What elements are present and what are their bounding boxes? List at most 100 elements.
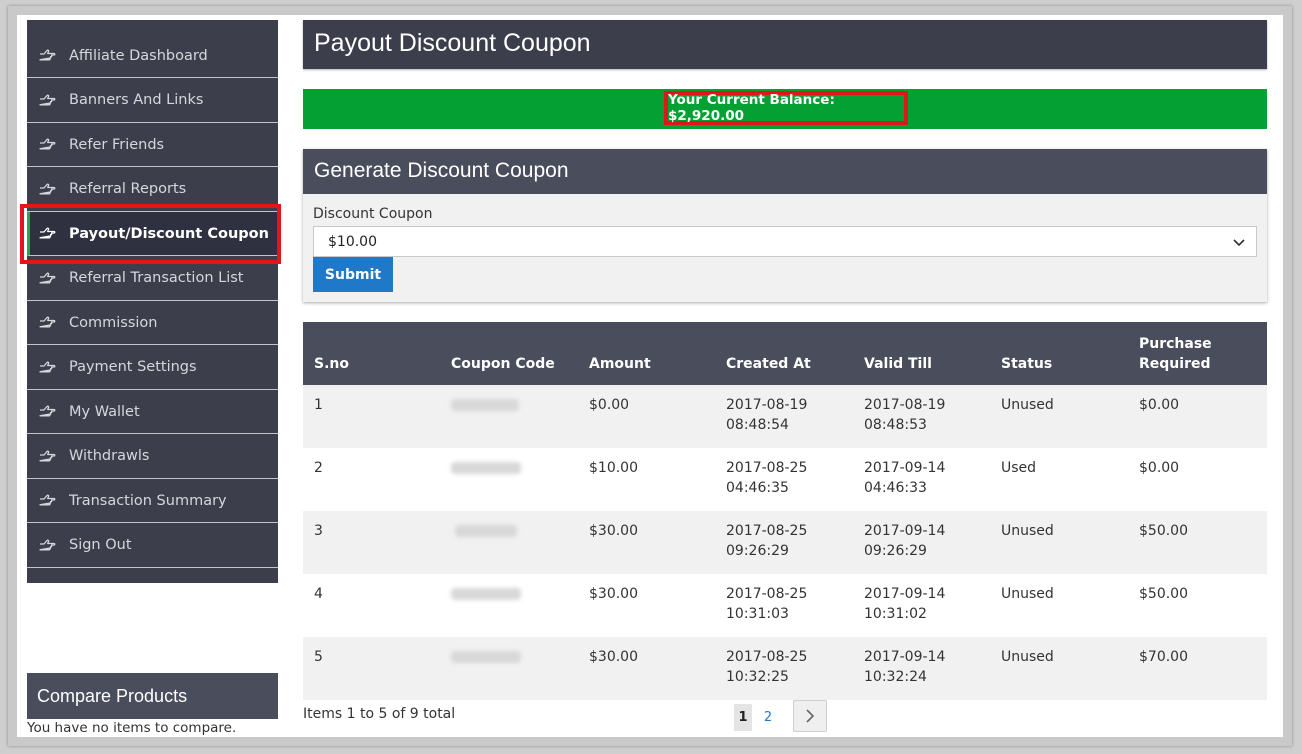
- sidebar-item-commission[interactable]: Commission: [27, 301, 278, 345]
- pager-summary: Items 1 to 5 of 9 total: [303, 706, 456, 722]
- cell-coupon-code-redacted: [451, 588, 521, 600]
- cell-sno: 5: [314, 649, 323, 665]
- sidebar-item-label: Affiliate Dashboard: [69, 47, 208, 64]
- created-date: 2017-08-25: [726, 460, 808, 476]
- cell-created-at: 2017-08-19 08:48:54: [726, 395, 807, 435]
- hand-pointing-right-icon: [37, 183, 57, 196]
- valid-time: 08:48:53: [864, 417, 927, 433]
- sidebar-item-affiliate-dashboard[interactable]: Affiliate Dashboard: [27, 34, 278, 78]
- cell-sno: 3: [314, 523, 323, 539]
- cell-purchase-required: $0.00: [1139, 460, 1180, 476]
- hand-pointing-right-icon: [37, 138, 57, 151]
- sidebar-item-label: Transaction Summary: [69, 492, 227, 509]
- cell-amount: $30.00: [589, 523, 638, 539]
- compare-empty-text: You have no items to compare.: [27, 720, 237, 736]
- sidebar-item-label: My Wallet: [69, 403, 140, 420]
- valid-date: 2017-09-14: [864, 586, 946, 602]
- cell-valid-till: 2017-09-14 10:31:02: [864, 584, 945, 624]
- created-time: 04:46:35: [726, 480, 789, 496]
- valid-time: 04:46:33: [864, 480, 927, 496]
- cell-coupon-code-redacted: [451, 399, 519, 411]
- cell-valid-till: 2017-09-14 10:32:24: [864, 647, 945, 687]
- cell-valid-till: 2017-08-19 08:48:53: [864, 395, 945, 435]
- hand-pointing-right-icon: [37, 450, 57, 463]
- sidebar-item-label: Payout/Discount Coupon: [69, 225, 269, 242]
- sidebar-item-payout-discount-coupon[interactable]: Payout/Discount Coupon: [27, 212, 278, 256]
- cell-valid-till: 2017-09-14 09:26:29: [864, 521, 945, 561]
- cell-created-at: 2017-08-25 09:26:29: [726, 521, 807, 561]
- valid-date: 2017-08-19: [864, 397, 946, 413]
- header-purchase-required: Purchase Required: [1139, 336, 1212, 372]
- hand-pointing-right-icon: [37, 405, 57, 418]
- generate-coupon-panel: Generate Discount Coupon Discount Coupon…: [303, 149, 1267, 302]
- cell-created-at: 2017-08-25 04:46:35: [726, 458, 807, 498]
- sidebar-item-payment-settings[interactable]: Payment Settings: [27, 346, 278, 390]
- table-row: 5 $30.00 2017-08-25 10:32:25 2017-09-14 10:32…: [303, 637, 1267, 700]
- sidebar-item-label: Banners And Links: [69, 92, 204, 108]
- sidebar-item-label: Referral Reports: [69, 181, 187, 197]
- cell-status: Used: [1001, 460, 1037, 476]
- sidebar-item-referral-transaction-list[interactable]: Referral Transaction List: [27, 257, 278, 301]
- cell-created-at: 2017-08-25 10:31:03: [726, 584, 807, 624]
- header-valid-till: Valid Till: [864, 356, 932, 372]
- sidebar-item-withdrawls[interactable]: Withdrawls: [27, 435, 278, 479]
- hand-pointing-right-icon: [37, 49, 57, 62]
- created-time: 09:26:29: [726, 543, 789, 559]
- cell-purchase-required: $50.00: [1139, 586, 1188, 602]
- cell-amount: $0.00: [589, 397, 630, 413]
- header-status: Status: [1001, 356, 1053, 372]
- header-coupon-code: Coupon Code: [451, 356, 555, 372]
- created-time: 08:48:54: [726, 417, 789, 433]
- cell-sno: 4: [314, 586, 323, 602]
- cell-purchase-required: $50.00: [1139, 523, 1188, 539]
- sidebar-item-transaction-summary[interactable]: Transaction Summary: [27, 479, 278, 523]
- sidebar-item-referral-reports[interactable]: Referral Reports: [27, 168, 278, 212]
- header-sno: S.no: [314, 356, 349, 372]
- discount-coupon-select[interactable]: $10.00: [313, 226, 1257, 257]
- table-row: 4 $30.00 2017-08-25 10:31:03 2017-09-14 10:31…: [303, 574, 1267, 637]
- sidebar-item-label: Withdrawls: [69, 448, 150, 464]
- submit-button[interactable]: Submit: [313, 257, 393, 292]
- page-2-link[interactable]: 2: [759, 704, 777, 731]
- cell-coupon-code-redacted: [455, 525, 517, 537]
- coupon-table-header: S.no Coupon Code Amount Created At Valid…: [303, 322, 1267, 385]
- hand-pointing-right-icon: [37, 494, 57, 507]
- valid-date: 2017-09-14: [864, 523, 946, 539]
- table-row: 2 $10.00 2017-08-25 04:46:35 2017-09-14 04:46…: [303, 448, 1267, 511]
- sidebar-item-label: Commission: [69, 314, 158, 331]
- cell-status: Unused: [1001, 649, 1054, 665]
- valid-date: 2017-09-14: [864, 649, 946, 665]
- page-1-button[interactable]: 1: [734, 704, 752, 731]
- sidebar-item-banners-and-links[interactable]: Banners And Links: [27, 79, 278, 123]
- compare-products-title: Compare Products: [27, 673, 278, 719]
- header-created-at: Created At: [726, 356, 811, 372]
- sidebar-item-sign-out[interactable]: Sign Out: [27, 524, 278, 568]
- valid-time: 09:26:29: [864, 543, 927, 559]
- chevron-right-icon: [806, 709, 815, 723]
- hand-pointing-right-icon: [37, 272, 57, 285]
- valid-date: 2017-09-14: [864, 460, 946, 476]
- hand-pointing-right-icon: [37, 539, 57, 552]
- hand-pointing-right-icon: [37, 361, 57, 374]
- page-title: Payout Discount Coupon: [303, 20, 1267, 69]
- sidebar-item-my-wallet[interactable]: My Wallet: [27, 390, 278, 434]
- cell-amount: $30.00: [589, 649, 638, 665]
- cell-coupon-code-redacted: [451, 462, 521, 474]
- cell-sno: 1: [314, 397, 323, 413]
- created-date: 2017-08-25: [726, 649, 808, 665]
- cell-status: Unused: [1001, 586, 1054, 602]
- sidebar-item-label: Sign Out: [69, 537, 132, 553]
- hand-pointing-right-icon: [37, 316, 57, 329]
- generate-coupon-heading: Generate Discount Coupon: [303, 149, 1267, 194]
- cell-amount: $10.00: [589, 460, 638, 476]
- table-row: 3 $30.00 2017-08-25 09:26:29 2017-09-14 09:26…: [303, 511, 1267, 574]
- table-row: 1 $0.00 2017-08-19 08:48:54 2017-08-19 08:48:…: [303, 385, 1267, 448]
- created-date: 2017-08-25: [726, 586, 808, 602]
- next-page-button[interactable]: [793, 700, 827, 732]
- sidebar-item-refer-friends[interactable]: Refer Friends: [27, 123, 278, 167]
- cell-created-at: 2017-08-25 10:32:25: [726, 647, 807, 687]
- sidebar-item-label: Referral Transaction List: [69, 270, 244, 286]
- cell-status: Unused: [1001, 397, 1054, 413]
- discount-coupon-label: Discount Coupon: [313, 206, 433, 222]
- valid-time: 10:31:02: [864, 606, 927, 622]
